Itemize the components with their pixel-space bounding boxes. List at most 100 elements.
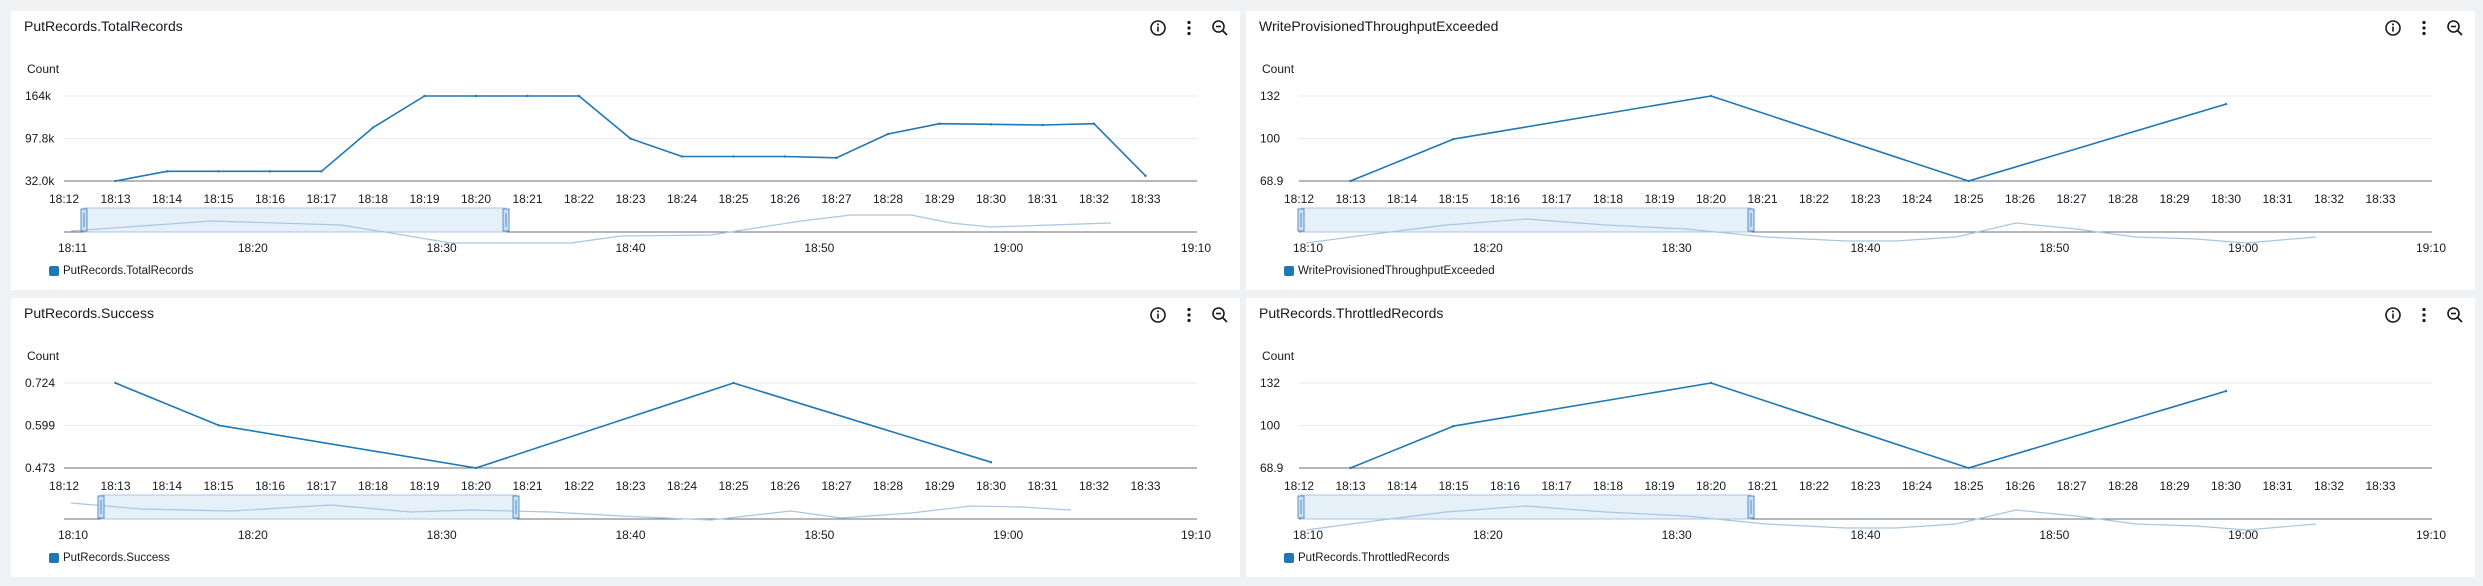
navigator-tick-label: 18:50 <box>804 241 834 255</box>
x-tick-label: 18:25 <box>1953 192 1983 206</box>
navigator-tick-label: 18:30 <box>1662 528 1692 542</box>
x-tick-label: 18:29 <box>2159 192 2189 206</box>
data-point <box>1967 179 1970 183</box>
navigator-tick-label: 18:10 <box>1293 241 1323 255</box>
navigator-tick-label: 19:10 <box>2416 241 2446 255</box>
x-tick-label: 18:13 <box>1335 192 1365 206</box>
x-tick-label: 18:25 <box>718 479 748 493</box>
data-point <box>2224 389 2228 393</box>
y-tick-label: 132 <box>1260 89 1280 103</box>
x-tick-label: 18:14 <box>152 479 182 493</box>
x-tick-label: 18:18 <box>358 192 388 206</box>
navigator-tick-label: 19:00 <box>2228 241 2258 255</box>
x-tick-label: 18:23 <box>1850 192 1880 206</box>
dashboard: PutRecords.TotalRecords Count 164k 97.8k 3… <box>0 0 2483 586</box>
x-tick-label: 18:31 <box>1027 192 1057 206</box>
x-tick-label: 18:26 <box>770 479 800 493</box>
x-tick-label: 18:24 <box>667 479 697 493</box>
x-tick-label: 18:19 <box>409 479 439 493</box>
x-tick-label: 18:14 <box>1387 479 1417 493</box>
data-point <box>732 381 735 385</box>
x-tick-label: 18:24 <box>667 192 697 206</box>
chart-svg: 132 100 68.918:12 18:13 18:14 18:15 18:16 18:17… <box>1260 376 2446 542</box>
navigator-tick-label: 18:50 <box>2039 528 2069 542</box>
x-tick-label: 18:33 <box>1130 192 1160 206</box>
x-tick-label: 18:16 <box>255 479 285 493</box>
x-tick-label: 18:22 <box>1799 192 1829 206</box>
navigator-tick-label: 18:30 <box>427 528 457 542</box>
data-point <box>577 94 581 98</box>
legend-item[interactable]: PutRecords.Success <box>49 552 170 564</box>
legend-label: WriteProvisionedThroughputExceeded <box>1298 265 1495 277</box>
legend-item[interactable]: PutRecords.TotalRecords <box>49 265 193 277</box>
x-tick-label: 18:30 <box>2211 479 2241 493</box>
y-tick-label: 97.8k <box>25 132 55 146</box>
navigator-tick-label: 19:10 <box>1181 241 1211 255</box>
x-tick-label: 18:19 <box>1644 479 1674 493</box>
x-tick-label: 18:31 <box>2262 479 2292 493</box>
legend-label: PutRecords.Success <box>63 552 170 564</box>
x-tick-label: 18:15 <box>1438 479 1468 493</box>
navigator-tick-label: 18:11 <box>58 241 87 255</box>
navigator-tick-label: 19:00 <box>993 528 1023 542</box>
x-tick-label: 18:18 <box>1593 479 1623 493</box>
x-tick-label: 18:16 <box>255 192 285 206</box>
x-tick-label: 18:23 <box>1850 479 1880 493</box>
x-tick-label: 18:32 <box>1079 192 1109 206</box>
data-point <box>371 126 375 129</box>
legend-swatch <box>1284 553 1294 563</box>
x-tick-label: 18:28 <box>2108 479 2138 493</box>
navigator-tick-label: 18:50 <box>2039 241 2069 255</box>
navigator-tick-label: 19:00 <box>993 241 1023 255</box>
navigator-tick-label: 18:20 <box>1473 241 1503 255</box>
legend-label: PutRecords.ThrottledRecords <box>1298 552 1450 564</box>
data-point <box>474 466 478 470</box>
navigator-tick-label: 18:50 <box>804 528 834 542</box>
x-tick-label: 18:33 <box>1130 479 1160 493</box>
legend-item[interactable]: PutRecords.ThrottledRecords <box>1284 552 1449 564</box>
data-point <box>526 94 529 98</box>
y-tick-label: 100 <box>1260 419 1280 433</box>
x-tick-label: 18:22 <box>564 192 594 206</box>
navigator-tick-label: 18:40 <box>1850 241 1880 255</box>
x-tick-label: 18:15 <box>1438 192 1468 206</box>
x-tick-label: 18:17 <box>1541 192 1571 206</box>
x-tick-label: 18:29 <box>924 192 954 206</box>
y-tick-label: 0.473 <box>25 461 55 475</box>
navigator-tick-label: 18:40 <box>1850 528 1880 542</box>
widget-putrecords-success: PutRecords.Success Count 0.724 0.599 0.473… <box>11 298 1240 577</box>
navigator-tick-label: 18:20 <box>1473 528 1503 542</box>
x-tick-label: 18:23 <box>615 479 645 493</box>
x-tick-label: 18:19 <box>409 192 439 206</box>
x-tick-label: 18:20 <box>461 479 491 493</box>
y-tick-label: 32.0k <box>25 174 55 188</box>
x-tick-label: 18:32 <box>1079 479 1109 493</box>
navigator-tick-label: 19:10 <box>2416 528 2446 542</box>
data-point <box>1349 179 1352 183</box>
y-tick-label: 68.9 <box>1260 174 1284 188</box>
x-tick-label: 18:29 <box>924 479 954 493</box>
data-point <box>1709 381 1713 385</box>
x-tick-label: 18:28 <box>873 192 903 206</box>
x-tick-label: 18:26 <box>2005 479 2035 493</box>
x-tick-label: 18:12 <box>1284 192 1314 206</box>
x-tick-label: 18:18 <box>1593 192 1623 206</box>
navigator-tick-label: 18:30 <box>1662 241 1692 255</box>
data-point <box>783 155 787 158</box>
data-point <box>1041 123 1044 127</box>
y-tick-label: 68.9 <box>1260 461 1284 475</box>
y-tick-label: 0.724 <box>25 376 55 390</box>
legend-item[interactable]: WriteProvisionedThroughputExceeded <box>1284 265 1495 277</box>
x-tick-label: 18:23 <box>615 192 645 206</box>
x-tick-label: 18:15 <box>203 192 233 206</box>
x-tick-label: 18:13 <box>100 479 130 493</box>
widget-putrecords-totalrecords: PutRecords.TotalRecords Count 164k 97.8k 3… <box>11 11 1240 290</box>
x-tick-label: 18:22 <box>564 479 594 493</box>
data-point <box>989 461 993 464</box>
x-tick-label: 18:31 <box>2262 192 2292 206</box>
x-tick-label: 18:20 <box>1696 192 1726 206</box>
x-tick-label: 18:28 <box>873 479 903 493</box>
x-tick-label: 18:30 <box>976 192 1006 206</box>
navigator-tick-label: 18:40 <box>615 241 645 255</box>
data-point <box>1092 122 1096 125</box>
